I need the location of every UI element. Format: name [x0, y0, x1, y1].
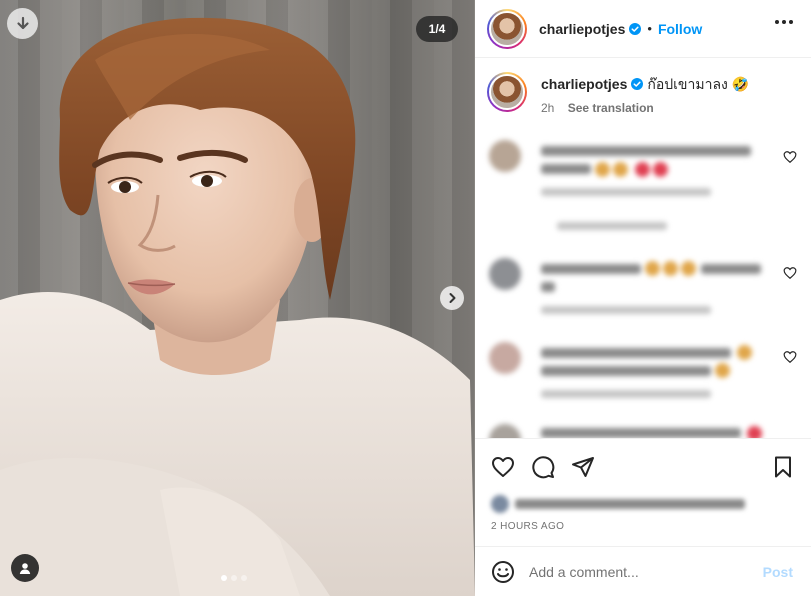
chevron-right-icon	[449, 293, 456, 303]
post-actions: 2 HOURS AGO	[475, 438, 811, 546]
comment-icon[interactable]	[531, 455, 555, 479]
post-comment-button[interactable]: Post	[763, 564, 793, 580]
like-comment-icon[interactable]	[783, 266, 797, 280]
like-comment-icon[interactable]	[783, 350, 797, 364]
carousel-dot	[241, 575, 247, 581]
post-header: charliepotjes • Follow	[475, 0, 811, 58]
post-timestamp: 2 HOURS AGO	[491, 521, 565, 532]
post-sidebar: charliepotjes • Follow charliepotjes ก๊อป…	[475, 0, 811, 596]
follow-button[interactable]: Follow	[658, 21, 702, 37]
avatar[interactable]	[487, 72, 527, 112]
like-comment-icon[interactable]	[783, 150, 797, 164]
post-media[interactable]: 1/4	[0, 0, 475, 596]
comment-item	[489, 342, 789, 412]
avatar[interactable]	[487, 8, 527, 49]
username-link[interactable]: charliepotjes	[539, 21, 625, 37]
comment-item	[489, 140, 789, 230]
carousel-next-button[interactable]	[440, 286, 464, 310]
separator-dot: •	[647, 21, 652, 36]
more-options-icon[interactable]	[775, 20, 793, 24]
caption-text: ก๊อปเขามาลง 🤣	[647, 76, 750, 92]
share-icon[interactable]	[571, 455, 595, 479]
emoji-icon[interactable]	[491, 560, 515, 584]
carousel-dots	[221, 575, 247, 581]
download-button[interactable]	[7, 8, 38, 39]
comment-item	[489, 424, 789, 438]
user-tag-icon	[19, 563, 31, 574]
comment-composer: Post	[475, 546, 811, 596]
user-tags-button[interactable]	[11, 554, 39, 582]
save-bookmark-icon[interactable]	[771, 455, 795, 479]
carousel-dot	[231, 575, 237, 581]
avatar-image	[489, 74, 525, 110]
verified-badge-icon	[629, 22, 642, 35]
comment-item	[489, 258, 789, 328]
carousel-counter: 1/4	[416, 16, 458, 42]
like-icon[interactable]	[491, 455, 515, 479]
header-meta: charliepotjes • Follow	[539, 21, 702, 37]
download-icon	[16, 16, 29, 29]
carousel-dot	[221, 575, 227, 581]
comments-list[interactable]: charliepotjes ก๊อปเขามาลง 🤣 2h See transl…	[475, 58, 811, 438]
comment-input[interactable]	[529, 559, 759, 585]
caption-username[interactable]: charliepotjes	[541, 76, 627, 92]
post-photo	[0, 17, 475, 596]
caption-content: charliepotjes ก๊อปเขามาลง 🤣 2h See transl…	[541, 72, 749, 115]
post-caption: charliepotjes ก๊อปเขามาลง 🤣 2h See transl…	[487, 72, 749, 115]
caption-age: 2h	[541, 101, 555, 115]
avatar-image	[489, 10, 525, 47]
verified-badge-icon	[631, 78, 644, 90]
see-translation-button[interactable]: See translation	[568, 101, 654, 115]
